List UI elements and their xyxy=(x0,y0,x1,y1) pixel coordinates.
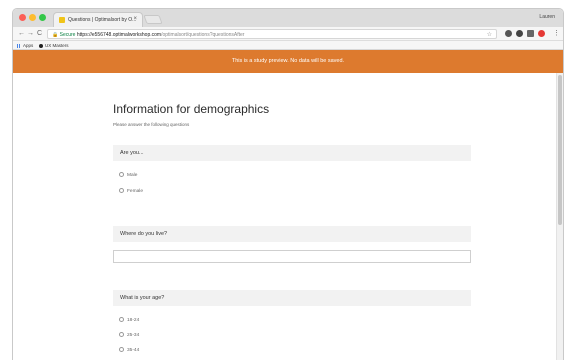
location-input[interactable] xyxy=(113,250,471,263)
tab-title: Questions | Optimalsort by O... xyxy=(68,17,137,23)
bookmark-star-icon[interactable]: ☆ xyxy=(487,31,492,38)
extension-icon[interactable] xyxy=(516,30,523,37)
secure-label: Secure xyxy=(59,32,76,38)
tab-strip: Questions | Optimalsort by O... × Lauren xyxy=(13,9,563,27)
radio-option-age[interactable]: 25-34 xyxy=(119,332,139,338)
scrollbar-thumb[interactable] xyxy=(558,75,562,225)
bookmarks-bar: Apps UX Masters xyxy=(13,41,563,50)
option-label: Male xyxy=(127,173,138,178)
page-subtitle: Please answer the following questions xyxy=(113,122,190,127)
radio-option-female[interactable]: Female xyxy=(119,188,143,194)
question-age-heading: What is your age? xyxy=(113,290,471,306)
back-icon[interactable]: ← xyxy=(18,29,25,38)
favicon-icon xyxy=(59,17,65,23)
radio-option-male[interactable]: Male xyxy=(119,172,137,178)
page-title: Information for demographics xyxy=(113,102,270,116)
bookmark-favicon-icon xyxy=(39,43,43,48)
option-label: Female xyxy=(127,189,143,194)
browser-menu-icon[interactable]: ⋮ xyxy=(553,29,560,37)
url-host: https://e556748.optimalworkshop.com xyxy=(76,32,162,38)
page-scrollbar[interactable] xyxy=(556,73,563,360)
page-content: Information for demographics Please answ… xyxy=(13,73,563,360)
radio-icon[interactable] xyxy=(119,188,124,193)
new-tab-button[interactable] xyxy=(143,15,163,24)
extension-icon[interactable] xyxy=(527,30,534,37)
radio-icon[interactable] xyxy=(119,317,124,322)
url-path: /optimalsort/questions?questionsAfter xyxy=(161,32,245,38)
lock-icon: 🔒 xyxy=(52,32,59,38)
address-bar[interactable]: 🔒 Secure https://e556748.optimalworkshop… xyxy=(47,29,497,39)
extension-icon[interactable] xyxy=(505,30,512,37)
radio-icon[interactable] xyxy=(119,347,124,352)
bookmark-label: Apps xyxy=(23,43,34,48)
tab-close-icon[interactable]: × xyxy=(133,16,137,22)
option-label: 25-34 xyxy=(127,333,140,338)
forward-icon[interactable]: → xyxy=(27,29,34,38)
radio-icon[interactable] xyxy=(119,172,124,177)
browser-window: Questions | Optimalsort by O... × Lauren… xyxy=(12,8,564,360)
preview-banner: This is a study preview. No data will be… xyxy=(13,50,563,73)
extension-icon[interactable] xyxy=(538,30,545,37)
radio-icon[interactable] xyxy=(119,332,124,337)
close-window-icon[interactable] xyxy=(19,14,26,21)
profile-name[interactable]: Lauren xyxy=(539,14,555,20)
minimize-window-icon[interactable] xyxy=(29,14,36,21)
browser-toolbar: ← → C 🔒 Secure https://e556748.optimalwo… xyxy=(13,27,563,41)
radio-option-age[interactable]: 18-24 xyxy=(119,317,139,323)
maximize-window-icon[interactable] xyxy=(39,14,46,21)
browser-tab[interactable]: Questions | Optimalsort by O... × xyxy=(53,12,143,27)
question-gender-heading: Are you... xyxy=(113,145,471,161)
bookmark-apps[interactable]: Apps xyxy=(17,43,33,48)
question-location-heading: Where do you live? xyxy=(113,226,471,242)
reload-icon[interactable]: C xyxy=(37,29,42,38)
radio-option-age[interactable]: 35-44 xyxy=(119,347,139,353)
option-label: 18-24 xyxy=(127,318,140,323)
bookmark-label: UX Masters xyxy=(45,43,69,48)
bookmark-ux-masters[interactable]: UX Masters xyxy=(39,43,69,48)
apps-grid-icon xyxy=(17,43,21,48)
option-label: 35-44 xyxy=(127,348,140,353)
